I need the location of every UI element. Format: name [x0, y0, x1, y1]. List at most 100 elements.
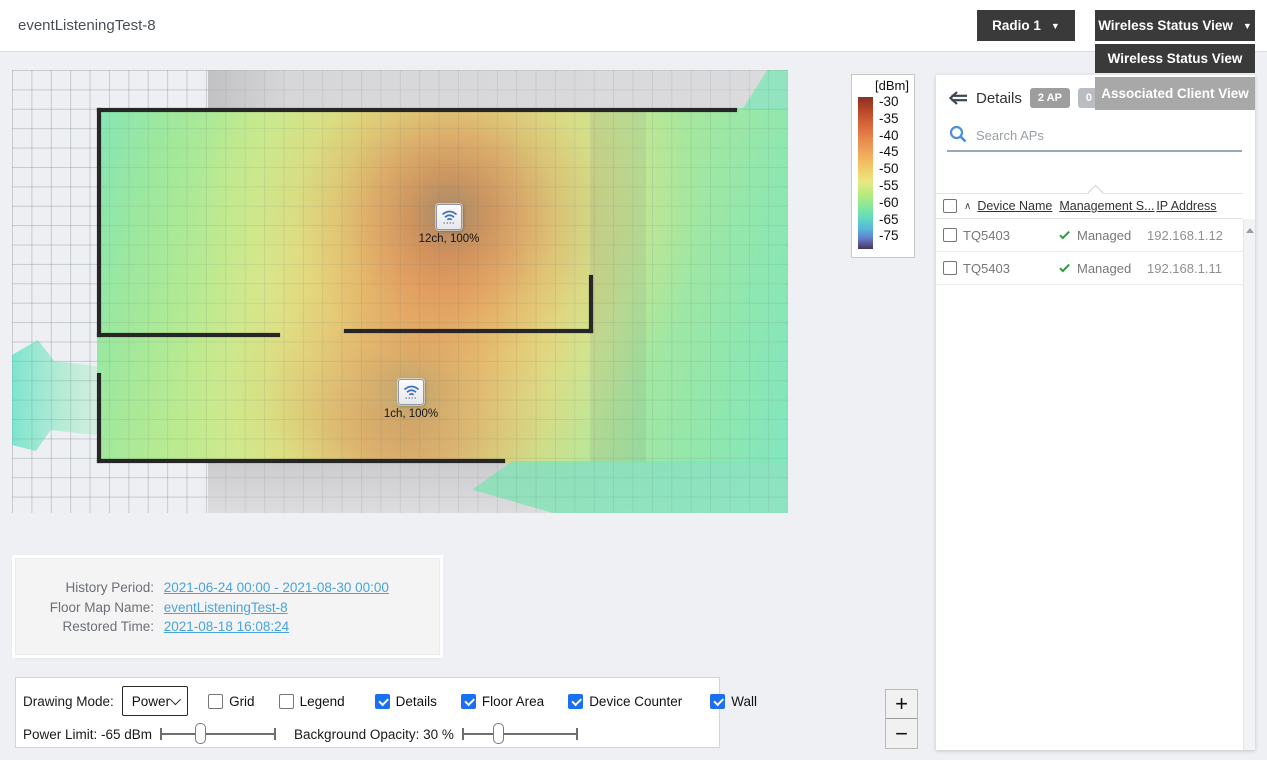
- checkbox-box[interactable]: [375, 694, 390, 709]
- restored-time-link[interactable]: 2021-08-18 16:08:24: [164, 619, 289, 634]
- device-name-cell: TQ5403: [963, 261, 1061, 276]
- checkbox-floor-area[interactable]: Floor Area: [461, 694, 544, 709]
- wall-lower-left: [97, 373, 101, 463]
- legend-tick: -45: [879, 144, 899, 161]
- row-checkbox[interactable]: [943, 228, 957, 242]
- zoom-out-button[interactable]: −: [886, 719, 917, 748]
- map-zoom-controls: + −: [885, 689, 918, 749]
- ap-marker-2[interactable]: [398, 379, 424, 405]
- wall-left-upper: [97, 108, 101, 337]
- select-all-checkbox[interactable]: [943, 199, 957, 213]
- managed-check-icon: [1059, 261, 1070, 272]
- map-toolbar: Drawing Mode: Power Grid Legend Details …: [15, 677, 720, 748]
- ap-marker-1[interactable]: [436, 204, 462, 230]
- drawing-mode-value: Power: [132, 694, 170, 709]
- legend-title: [dBm]: [875, 78, 909, 93]
- zoom-in-button[interactable]: +: [886, 690, 917, 719]
- history-info-box: History Period: 2021-06-24 00:00 - 2021-…: [15, 558, 440, 655]
- wall-top: [97, 108, 737, 112]
- legend-labels: -30 -35 -40 -45 -50 -55 -60 -65 -75: [879, 94, 899, 245]
- menu-item-associated-client-view[interactable]: Associated Client View: [1095, 77, 1255, 110]
- checkbox-grid[interactable]: Grid: [208, 694, 255, 709]
- collapse-arrow-icon[interactable]: [949, 91, 968, 105]
- column-management-status[interactable]: Management S...: [1059, 199, 1156, 213]
- checkbox-box[interactable]: [208, 694, 223, 709]
- radio-selector-button[interactable]: Radio 1 ▼: [977, 10, 1075, 41]
- table-row[interactable]: TQ5403 Managed 192.168.1.11: [936, 252, 1243, 285]
- device-name-cell: TQ5403: [963, 228, 1061, 243]
- legend-tick: -40: [879, 128, 899, 145]
- details-panel: Details 2 AP 0 SELECT ∧ Device Name Mana…: [936, 75, 1255, 750]
- ip-address-cell: 192.168.1.11: [1147, 261, 1222, 276]
- slider-track: [462, 733, 578, 735]
- column-device-name[interactable]: Device Name: [977, 199, 1059, 213]
- power-limit-slider[interactable]: [160, 722, 276, 746]
- heatmap-spill-left: [12, 325, 104, 475]
- drawing-mode-label: Drawing Mode:: [23, 694, 114, 709]
- drawing-mode-select[interactable]: Power: [122, 686, 188, 716]
- wifi-icon: [441, 210, 458, 225]
- wall-middle-vertical: [589, 275, 593, 333]
- chevron-down-icon: ▼: [1243, 21, 1252, 31]
- status-text: Managed: [1077, 261, 1131, 276]
- search-row: [949, 124, 1242, 150]
- table-row[interactable]: TQ5403 Managed 192.168.1.12: [936, 219, 1243, 252]
- checkbox-box[interactable]: [710, 694, 725, 709]
- checkbox-box[interactable]: [279, 694, 294, 709]
- chevron-down-icon: ▼: [1051, 21, 1060, 31]
- floor-image-band-top: [208, 70, 788, 108]
- legend-tick: -65: [879, 212, 899, 229]
- ap2-label: 1ch, 100%: [361, 408, 461, 420]
- details-title: Details: [976, 90, 1022, 107]
- view-selector-button[interactable]: Wireless Status View ▼: [1095, 10, 1255, 41]
- sort-ascending-icon[interactable]: ∧: [964, 201, 971, 212]
- slider-tick: [274, 728, 276, 740]
- wall-bottom: [97, 459, 505, 463]
- table-header: ∧ Device Name Management S... IP Address: [936, 193, 1243, 219]
- info-row: Restored Time: 2021-08-18 16:08:24: [16, 617, 439, 637]
- slider-thumb[interactable]: [493, 723, 504, 744]
- slider-thumb[interactable]: [195, 723, 206, 744]
- slider-tick: [462, 728, 464, 740]
- legend-tick: -55: [879, 178, 899, 195]
- status-cell: Managed: [1061, 261, 1147, 276]
- checkbox-wall[interactable]: Wall: [710, 694, 757, 709]
- checkbox-device-counter[interactable]: Device Counter: [568, 694, 682, 709]
- column-ip-address[interactable]: IP Address: [1156, 199, 1216, 213]
- info-label: Restored Time:: [16, 617, 154, 637]
- radio-selector-label: Radio 1: [992, 18, 1041, 33]
- checkbox-details[interactable]: Details: [375, 694, 437, 709]
- chevron-down-icon: [170, 694, 181, 705]
- menu-item-wireless-status-view[interactable]: Wireless Status View: [1095, 44, 1255, 73]
- row-checkbox[interactable]: [943, 261, 957, 275]
- floor-map-name-link[interactable]: eventListeningTest-8: [164, 600, 288, 615]
- wall-middle-right: [344, 329, 593, 333]
- legend-tick: -50: [879, 161, 899, 178]
- checkbox-box[interactable]: [568, 694, 583, 709]
- toolbar-row-1: Drawing Mode: Power Grid Legend Details …: [23, 685, 715, 717]
- ap-count-badge: 2 AP: [1030, 88, 1070, 108]
- power-limit-label: Power Limit: -65 dBm: [23, 727, 152, 742]
- slider-track: [160, 733, 276, 735]
- floor-image-stripe: [590, 108, 646, 463]
- top-bar: eventListeningTest-8 Radio 1 ▼ Wireless …: [0, 0, 1267, 52]
- info-row: History Period: 2021-06-24 00:00 - 2021-…: [16, 578, 439, 598]
- toolbar-row-2: Power Limit: -65 dBm Background Opacity:…: [23, 722, 715, 746]
- legend-tick: -35: [879, 111, 899, 128]
- ap1-label: 12ch, 100%: [399, 233, 499, 245]
- info-label: Floor Map Name:: [16, 598, 154, 618]
- legend-color-bar: [858, 97, 873, 249]
- heatmap-legend: [dBm] -30 -35 -40 -45 -50 -55 -60 -65 -7…: [851, 74, 915, 258]
- wall-middle-left: [97, 333, 280, 337]
- search-input[interactable]: [976, 124, 1242, 146]
- checkbox-box[interactable]: [461, 694, 476, 709]
- panel-scrollbar[interactable]: [1243, 219, 1255, 750]
- background-opacity-slider[interactable]: [462, 722, 578, 746]
- info-row: Floor Map Name: eventListeningTest-8: [16, 598, 439, 618]
- info-label: History Period:: [16, 578, 154, 598]
- page-title: eventListeningTest-8: [18, 0, 156, 52]
- checkbox-legend[interactable]: Legend: [279, 694, 345, 709]
- scroll-up-icon[interactable]: [1246, 228, 1254, 233]
- history-period-link[interactable]: 2021-06-24 00:00 - 2021-08-30 00:00: [164, 580, 389, 595]
- floor-map-canvas[interactable]: 12ch, 100% 1ch, 100%: [12, 70, 788, 513]
